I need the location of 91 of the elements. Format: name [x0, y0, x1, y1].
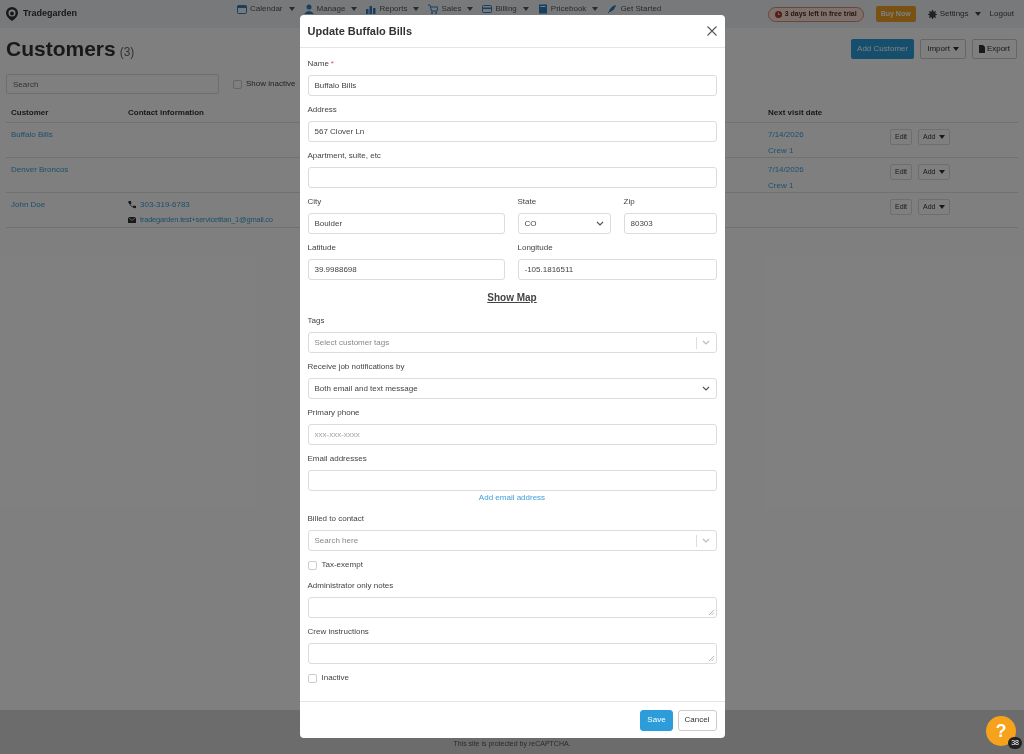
- field-label: Name: [307, 58, 329, 70]
- caret-icon: [938, 170, 945, 174]
- close-icon[interactable]: [706, 26, 717, 36]
- logo-icon: [6, 7, 18, 21]
- save-button[interactable]: Save: [640, 709, 673, 731]
- user-icon: [303, 3, 314, 14]
- field-label: City: [307, 196, 323, 208]
- required-mark: *: [330, 58, 334, 70]
- cancel-button[interactable]: Cancel: [677, 709, 717, 731]
- caret-icon: [938, 135, 945, 139]
- field-label: Zip: [623, 196, 636, 208]
- text-area[interactable]: [307, 643, 717, 664]
- envelope-icon: [128, 216, 136, 223]
- logout-link[interactable]: Logout: [989, 8, 1014, 20]
- checkbox-label: Tax-exempt: [321, 559, 363, 571]
- customer-link[interactable]: Denver Broncos: [11, 165, 69, 174]
- chevron-down-icon: [702, 340, 710, 345]
- chevron-down-icon: [702, 538, 710, 543]
- customer-link[interactable]: Buffalo Bills: [11, 130, 53, 139]
- combo-field[interactable]: Select customer tags: [307, 332, 717, 353]
- chevron-down-icon: [595, 221, 604, 226]
- select-field[interactable]: CO: [517, 213, 611, 234]
- add-email-link[interactable]: Add email address: [478, 492, 546, 504]
- caret-icon: [974, 12, 981, 16]
- crew-link[interactable]: Crew 1: [768, 145, 890, 157]
- field-label: Administrator only notes: [307, 580, 395, 592]
- text-area[interactable]: [307, 597, 717, 618]
- checkbox-label: Inactive: [321, 672, 350, 684]
- text-field[interactable]: Boulder: [307, 213, 505, 234]
- search-field[interactable]: Search: [6, 74, 219, 94]
- text-field[interactable]: 567 Clover Ln: [307, 121, 717, 142]
- crew-link[interactable]: Crew 1: [768, 180, 890, 192]
- column-header: Customer: [11, 108, 49, 117]
- export-button[interactable]: Export: [971, 39, 1017, 59]
- cart-icon: [428, 3, 439, 14]
- nav-menu[interactable]: Manage: [303, 3, 358, 14]
- field-label: Billed to contact: [307, 513, 365, 525]
- show-map-link[interactable]: Show Map: [487, 289, 537, 305]
- file-icon: [978, 45, 985, 53]
- field-label: Tags: [307, 315, 326, 327]
- field-label: Crew instructions: [307, 626, 370, 638]
- nav-menu[interactable]: Pricebook: [537, 3, 599, 14]
- modal-title: Update Buffalo Bills: [307, 23, 412, 39]
- nav-menu[interactable]: Sales: [428, 3, 474, 14]
- select-field[interactable]: Both email and text message: [307, 378, 717, 399]
- add-customer-button[interactable]: Add Customer: [851, 39, 915, 59]
- app-name: Tradegarden: [23, 7, 78, 21]
- caret-icon: [938, 205, 945, 209]
- chevron-down-icon: [701, 386, 710, 391]
- nav-menu[interactable]: Calendar: [237, 3, 295, 14]
- caret-icon: [952, 47, 959, 51]
- text-field[interactable]: 39.9988698: [307, 259, 505, 280]
- field-label: Email addresses: [307, 453, 368, 465]
- field-label: State: [517, 196, 538, 208]
- checkbox[interactable]: [307, 673, 317, 683]
- calendar-icon: [237, 3, 248, 14]
- visit-date-link[interactable]: 7/14/2026: [768, 164, 890, 176]
- field-label: Longitude: [517, 242, 554, 254]
- resize-handle-icon: [708, 656, 714, 661]
- text-field[interactable]: Buffalo Bills: [307, 75, 717, 96]
- field-label: Apartment, suite, etc: [307, 150, 382, 162]
- text-field[interactable]: xxx-xxx-xxxx: [307, 424, 717, 445]
- combo-field[interactable]: Search here: [307, 530, 717, 551]
- import-button[interactable]: Import: [920, 39, 966, 59]
- customer-link[interactable]: John Doe: [11, 200, 46, 209]
- card-icon: [482, 3, 493, 14]
- checkbox-label: Show inactive: [246, 78, 296, 90]
- settings-icon: [927, 9, 937, 19]
- field-label: Address: [307, 104, 338, 116]
- column-header: Next visit date: [768, 107, 823, 119]
- phone-icon: [128, 201, 136, 209]
- resize-handle-icon: [708, 610, 714, 615]
- field-label: Latitude: [307, 242, 337, 254]
- clock-icon: [774, 10, 782, 18]
- settings-menu[interactable]: Settings: [927, 8, 981, 20]
- text-field[interactable]: [307, 470, 717, 491]
- text-field[interactable]: 80303: [623, 213, 717, 234]
- chart-icon: [366, 3, 377, 14]
- field-label: Primary phone: [307, 407, 361, 419]
- text-field[interactable]: -105.1816511: [517, 259, 717, 280]
- customer-count: (3): [119, 44, 135, 62]
- checkbox[interactable]: [307, 560, 317, 570]
- phone-link[interactable]: 303-319-6783: [140, 199, 190, 211]
- column-header: Contact information: [128, 108, 204, 117]
- visit-date-link[interactable]: 7/14/2026: [768, 129, 890, 141]
- nav-menu[interactable]: Reports: [366, 3, 420, 14]
- nav-menu[interactable]: Billing: [482, 3, 529, 14]
- text-field[interactable]: [307, 167, 717, 188]
- field-label: Receive job notifications by: [307, 361, 406, 373]
- nav-menu[interactable]: Get Started: [607, 3, 662, 14]
- page-title: Customers: [6, 36, 116, 63]
